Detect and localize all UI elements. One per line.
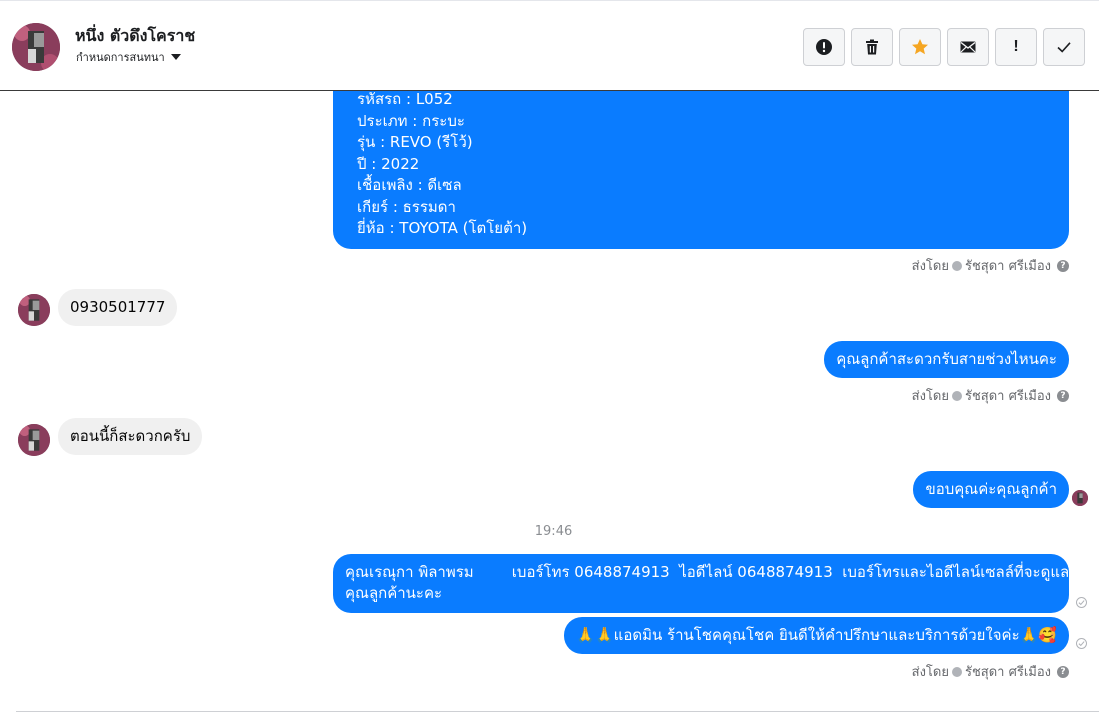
outgoing-message-text: ขอบคุณค่ะคุณลูกค้า <box>925 480 1057 498</box>
follow-up-button[interactable]: ! <box>995 28 1037 66</box>
avatar-image <box>1072 490 1088 506</box>
outgoing-message[interactable]: ขอบคุณค่ะคุณลูกค้า <box>913 471 1069 508</box>
sender-name: รัชสุดา ศรีเมือง <box>964 389 1051 404</box>
contact-avatar-small[interactable] <box>18 294 50 326</box>
incoming-message-text: 0930501777 <box>70 298 166 316</box>
contact-name[interactable]: หนึ่ง ตัวดึงโคราช <box>75 24 195 49</box>
checkmark-icon <box>1057 42 1071 53</box>
conversation-header: หนึ่ง ตัวดึงโคราช กำหนดการสนทนา ! <box>0 0 1099 91</box>
sent-by-label: ส่งโดย <box>911 389 949 404</box>
exclamation-icon: ! <box>1013 38 1019 55</box>
avatar-image <box>12 23 60 71</box>
outgoing-message[interactable]: คุณลูกค้าสะดวกรับสายช่วงไหนคะ <box>824 341 1069 378</box>
sent-by-label: ส่งโดย <box>911 665 949 680</box>
help-icon[interactable]: ? <box>1057 259 1069 272</box>
outgoing-message-text: 🙏🙏แอดมิน ร้านโชคคุณโชค ยินดีให้คำปรึกษาแ… <box>576 626 1057 644</box>
sender-name: รัชสุดา ศรีเมือง <box>964 259 1051 274</box>
car-info-year: ปี : 2022 <box>357 154 420 173</box>
message-thread[interactable]: รหัสรถ : L052 ประเภท : กระบะ รุ่น : REVO… <box>0 91 1099 711</box>
delete-button[interactable] <box>851 28 893 66</box>
report-button[interactable] <box>803 28 845 66</box>
conversation-settings-dropdown[interactable]: กำหนดการสนทนา <box>76 48 181 66</box>
avatar-image <box>18 294 50 326</box>
car-info-fuel: เชื้อเพลิง : ดีเซล <box>357 176 462 194</box>
trash-icon <box>866 39 878 55</box>
sender-name: รัชสุดา ศรีเมือง <box>964 665 1051 680</box>
star-button[interactable] <box>899 28 941 66</box>
outgoing-message[interactable]: คุณเรณุกา พิลาพรม เบอร์โทร 0648874913 ไอ… <box>333 554 1069 613</box>
sent-by-label: ส่งโดย <box>911 259 949 274</box>
car-info-message[interactable]: รหัสรถ : L052 ประเภท : กระบะ รุ่น : REVO… <box>333 91 1069 249</box>
contact-avatar-small[interactable] <box>18 424 50 456</box>
mark-unread-button[interactable] <box>947 28 989 66</box>
incoming-message-text: ตอนนี้ก็สะดวกครับ <box>70 427 191 445</box>
verified-icon <box>951 666 962 677</box>
sent-by-meta: ส่งโดย รัชสุดา ศรีเมือง ? <box>912 661 1069 682</box>
incoming-message[interactable]: 0930501777 <box>58 289 178 326</box>
envelope-icon <box>960 41 976 53</box>
car-info-code: รหัสรถ : L052 <box>357 91 453 108</box>
conversation-settings-label: กำหนดการสนทนา <box>76 51 165 64</box>
delivered-check-icon <box>1076 597 1087 608</box>
help-icon[interactable]: ? <box>1057 665 1069 678</box>
car-info-model: รุ่น : REVO (รีโว้) <box>357 133 473 151</box>
caret-down-icon <box>170 54 181 60</box>
car-info-type: ประเภท : กระบะ <box>357 111 465 130</box>
help-icon[interactable]: ? <box>1057 389 1069 402</box>
incoming-message[interactable]: ตอนนี้ก็สะดวกครับ <box>58 418 203 455</box>
verified-icon <box>951 260 962 271</box>
composer-divider <box>16 711 1099 712</box>
time-divider: 19:46 <box>534 524 573 539</box>
star-icon <box>912 39 928 55</box>
alert-icon <box>816 39 832 55</box>
conversation-toolbar: ! <box>803 28 1085 66</box>
delivered-check-icon <box>1076 638 1087 649</box>
seen-avatar <box>1072 490 1088 506</box>
car-info-brand: ยี่ห้อ : TOYOTA (โตโยต้า) <box>357 219 528 237</box>
outgoing-message-text: คุณลูกค้าสะดวกรับสายช่วงไหนคะ <box>836 350 1057 368</box>
sent-by-meta: ส่งโดย รัชสุดา ศรีเมือง ? <box>912 255 1069 276</box>
mark-done-button[interactable] <box>1043 28 1085 66</box>
outgoing-message-text: คุณเรณุกา พิลาพรม เบอร์โทร 0648874913 ไอ… <box>345 563 1070 581</box>
verified-icon <box>951 390 962 401</box>
contact-avatar[interactable] <box>12 23 60 71</box>
car-info-gear: เกียร์ : ธรรมดา <box>357 197 456 216</box>
outgoing-message[interactable]: 🙏🙏แอดมิน ร้านโชคคุณโชค ยินดีให้คำปรึกษาแ… <box>564 617 1069 654</box>
sent-by-meta: ส่งโดย รัชสุดา ศรีเมือง ? <box>912 385 1069 406</box>
avatar-image <box>18 424 50 456</box>
outgoing-message-text: คุณลูกค้านะคะ <box>345 584 443 602</box>
